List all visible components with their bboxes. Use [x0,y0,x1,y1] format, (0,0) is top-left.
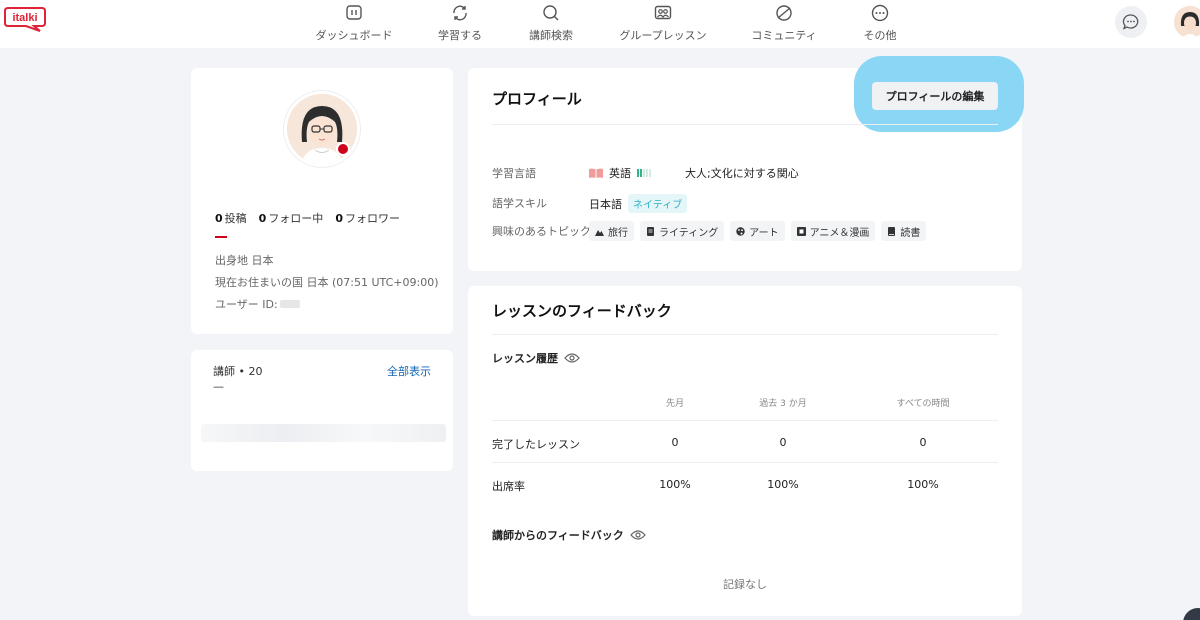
profile-summary-card: 0 投稿 0 フォロー中 0 フォロワー 出身地 日本 現在お住まいの国 日本 (07… [191,68,453,334]
topic-tag-travel: 旅行 [589,221,634,241]
hometown-text: 出身地 日本 [215,254,274,267]
learning-language-value: 英語 大人;文化に対する関心 [589,165,799,181]
followers-stat[interactable]: 0 フォロワー [335,210,400,226]
attendance-label: 出席率 [492,480,525,493]
tutors-dash: — [213,380,224,393]
feedback-divider [492,334,998,335]
skill-language-name: 日本語 [589,197,622,211]
edit-profile-button[interactable]: プロフィールの編集 [872,82,998,110]
avatar-illustration [1174,6,1200,38]
redacted-user-id [279,300,300,308]
column-all-time: すべての時間 [896,399,950,409]
posts-stat[interactable]: 0 投稿 [215,210,247,226]
learn-icon [449,2,471,24]
language-skills-value: 日本語 ネイティブ [589,194,688,213]
tutors-count-title: 講師 • 20 [213,365,263,378]
column-last-month: 先月 [665,399,684,409]
topic-tags: 旅行 ライティング アート アニメ＆漫画 読書 [589,221,927,241]
nav-find-tutor-label: 講師検索 [529,29,573,42]
nav-find-tutor[interactable]: 講師検索 [528,0,574,48]
eye-icon[interactable] [629,529,646,541]
topics-label: 興味のあるトピック [492,225,591,238]
nav-community[interactable]: コミュニティ [750,0,818,48]
residence-text: 現在お住まいの国 日本 (07:51 UTC+09:00) [215,276,439,289]
learning-language-label: 学習言語 [492,167,536,180]
learning-language-name: 英語 [609,167,631,180]
completed-lessons-label: 完了したレッスン [492,438,580,451]
nav-group-lessons-label: グループレッスン [619,29,707,42]
help-chat-button[interactable] [1183,608,1200,620]
film-icon [796,226,806,236]
language-level-bars [637,169,651,177]
book-icon [888,226,896,236]
completed-last-3-months: 0 [779,436,787,449]
nav-community-label: コミュニティ [751,29,817,42]
tutors-card: 講師 • 20 — 全部表示 [191,350,453,471]
attendance-last-3-months: 100% [767,478,799,491]
user-id-text: ユーザー ID: [215,296,300,312]
social-stats: 0 投稿 0 フォロー中 0 フォロワー [215,210,400,226]
show-all-link[interactable]: 全部表示 [387,363,431,379]
profile-divider [492,124,998,125]
following-stat[interactable]: 0 フォロー中 [259,210,324,226]
native-badge: ネイティブ [628,194,688,213]
group-lesson-icon [652,2,674,24]
user-avatar[interactable] [1174,6,1200,38]
profile-title: プロフィール [492,90,582,108]
nav-learn-label: 学習する [438,29,482,42]
chat-bubble-icon [1122,14,1139,30]
nav-dashboard[interactable]: ダッシュボード [315,0,393,48]
attendance-all-time: 100% [907,478,939,491]
topic-tag-reading: 読書 [881,221,927,241]
language-skills-label: 語学スキル [492,197,547,210]
svg-text:italki: italki [12,12,37,24]
italki-logo[interactable]: italki [4,6,46,32]
stats-underline [215,236,227,238]
search-icon [540,2,562,24]
column-last-3-months: 過去 3 か月 [759,399,807,409]
dashboard-icon [343,2,365,24]
attendance-last-month: 100% [659,478,691,491]
completed-last-month: 0 [671,436,679,449]
feedback-title: レッスンのフィードバック [492,302,672,320]
nav-more[interactable]: その他 [860,0,900,48]
topic-tag-art: アート [730,221,785,241]
nav-more-label: その他 [863,29,897,42]
messages-button[interactable] [1115,6,1147,38]
open-book-icon [589,168,603,178]
nav-group-lessons[interactable]: グループレッスン [618,0,708,48]
table-divider [492,462,998,463]
profile-details-card: プロフィール プロフィールの編集 学習言語 英語 大人;文化に対する関心 語学ス… [468,56,1024,271]
lesson-history-heading: レッスン履歴 [492,350,580,366]
no-record-text: 記録なし [723,578,767,591]
tutor-avatars-row[interactable] [201,424,446,442]
learning-purpose: 大人;文化に対する関心 [685,167,799,180]
community-icon [773,2,795,24]
tutor-feedback-heading: 講師からのフィードバック [492,527,646,543]
top-navigation-bar: italki ダッシュボード 学習する 講師検索 グループレッスン コミュニティ [0,0,1200,48]
online-status-dot [336,142,350,156]
topic-tag-anime-manga: アニメ＆漫画 [790,221,876,241]
more-icon [869,2,891,24]
lesson-feedback-card: レッスンのフィードバック レッスン履歴 先月 過去 3 か月 すべての時間 完了… [468,286,1022,616]
document-icon [647,226,654,236]
eye-icon[interactable] [564,352,580,364]
topic-tag-writing: ライティング [640,221,725,241]
mountain-icon [595,229,604,236]
palette-icon [736,226,745,236]
table-divider [492,420,998,421]
nav-dashboard-label: ダッシュボード [315,29,393,42]
completed-all-time: 0 [919,436,927,449]
nav-learn[interactable]: 学習する [436,0,484,48]
